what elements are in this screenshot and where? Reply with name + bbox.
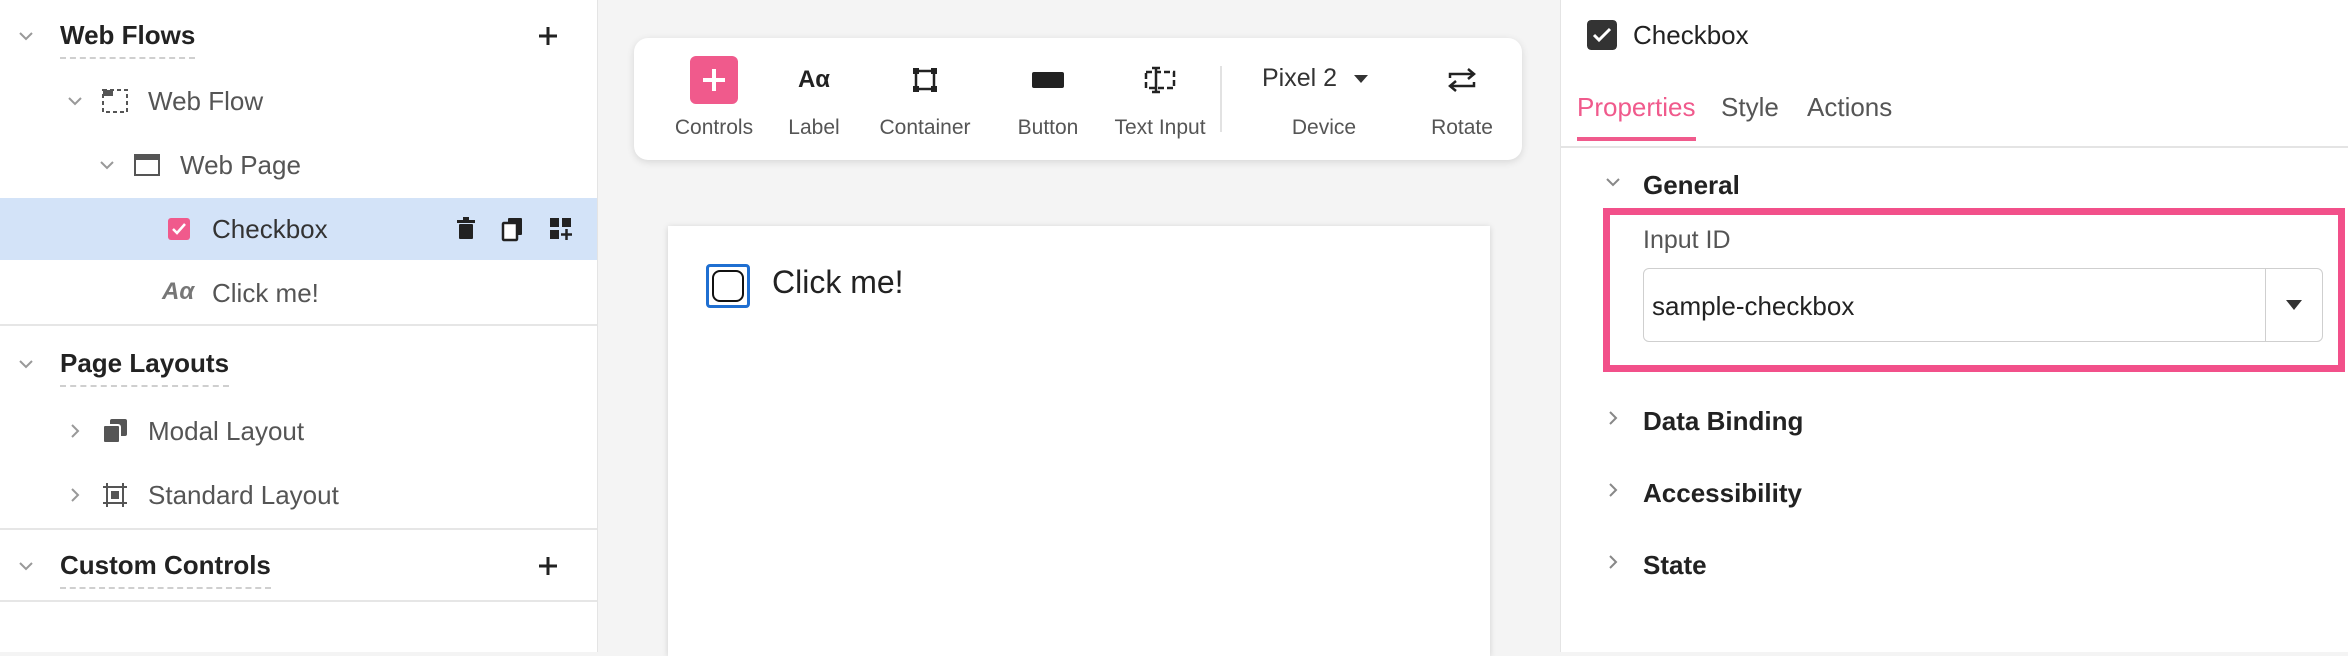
device-group: Device <box>1254 38 1394 160</box>
tree-item-label: Click me! <box>212 278 319 308</box>
add-web-flow-button[interactable] <box>532 20 564 52</box>
sidebar: Web Flows Web Flow Web Page Checkbox Aα … <box>0 0 598 652</box>
web-page-icon <box>134 154 160 176</box>
section-page-layouts[interactable]: Page Layouts <box>0 334 597 392</box>
group-data-binding[interactable]: Data Binding <box>1561 396 2348 446</box>
page-canvas[interactable]: Click me! <box>668 226 1490 656</box>
rotate-button[interactable]: Rotate <box>1412 38 1512 160</box>
chevron-down-icon[interactable] <box>16 556 36 576</box>
divider <box>0 324 597 326</box>
tool-label-text: Text Input <box>1114 116 1206 139</box>
device-label: Device <box>1291 116 1357 139</box>
preview-checkbox[interactable] <box>706 264 750 308</box>
tab-properties[interactable]: Properties <box>1577 92 1696 141</box>
group-title: Data Binding <box>1643 406 1804 436</box>
chevron-down-icon[interactable] <box>16 354 36 374</box>
checkbox-box <box>712 270 744 302</box>
tool-container[interactable]: Container <box>860 38 990 160</box>
group-title: General <box>1643 170 1740 200</box>
divider <box>0 528 597 530</box>
chevron-right-icon <box>1609 555 1618 569</box>
input-id-value: sample-checkbox <box>1652 291 1855 321</box>
rotate-icon <box>1448 68 1476 92</box>
label-icon: Aα <box>797 66 831 93</box>
delete-icon[interactable] <box>451 214 481 244</box>
tree-item-web-flow[interactable]: Web Flow <box>0 70 597 132</box>
chevron-right-icon[interactable] <box>66 422 84 440</box>
panel-tabs: Properties Style Actions <box>1561 84 2348 148</box>
tree-item-click-me[interactable]: Aα Click me! <box>0 262 597 324</box>
chevron-down-icon <box>1606 178 1620 187</box>
input-id-label: Input ID <box>1643 226 1731 254</box>
tree-item-label: Modal Layout <box>148 416 305 446</box>
modal-layout-icon <box>102 419 127 444</box>
properties-panel: Checkbox Properties Style Actions Genera… <box>1560 0 2348 652</box>
tool-label-text: Button <box>1017 116 1079 139</box>
preview-checkbox-label: Click me! <box>772 264 904 300</box>
section-title: Custom Controls <box>60 550 271 589</box>
tool-text-input[interactable]: Text Input <box>1104 38 1216 160</box>
panel-title: Checkbox <box>1633 20 1749 50</box>
chevron-down-icon[interactable] <box>66 92 84 110</box>
tool-label[interactable]: Aα Label <box>774 38 854 160</box>
divider <box>0 600 597 602</box>
input-id-field[interactable]: sample-checkbox <box>1643 268 2323 342</box>
tree-item-label: Standard Layout <box>148 480 339 510</box>
tree-item-web-page[interactable]: Web Page <box>0 134 597 196</box>
tool-label: Controls <box>674 116 754 139</box>
group-general[interactable]: General <box>1561 160 2348 210</box>
section-title: Page Layouts <box>60 348 230 387</box>
text-input-icon <box>1144 66 1176 94</box>
add-custom-control-button[interactable] <box>532 550 564 582</box>
chevron-down-icon[interactable] <box>98 156 116 174</box>
checkbox-icon <box>168 218 190 240</box>
tree-item-standard-layout[interactable]: Standard Layout <box>0 464 597 526</box>
design-area: Controls Aα Label Container Button Text … <box>598 0 1560 656</box>
tree-item-label: Web Page <box>180 150 301 180</box>
tree-item-label: Web Flow <box>148 86 264 116</box>
section-custom-controls[interactable]: Custom Controls <box>0 536 597 594</box>
add-component-icon[interactable] <box>546 214 576 244</box>
chevron-right-icon[interactable] <box>66 486 84 504</box>
tool-label-text: Container <box>879 116 971 139</box>
group-state[interactable]: State <box>1561 540 2348 590</box>
plus-icon <box>690 56 738 104</box>
tool-label-text: Label <box>788 116 840 139</box>
tool-label-text: Rotate <box>1431 116 1493 139</box>
label-icon: Aα <box>162 278 195 305</box>
toolbar-separator <box>1220 66 1222 132</box>
group-accessibility[interactable]: Accessibility <box>1561 468 2348 518</box>
chevron-right-icon <box>1609 411 1618 425</box>
group-title: State <box>1643 550 1707 580</box>
duplicate-icon[interactable] <box>498 214 528 244</box>
tab-actions[interactable]: Actions <box>1807 92 1892 137</box>
tree-item-label: Checkbox <box>212 214 328 244</box>
component-toolbar: Controls Aα Label Container Button Text … <box>634 38 1522 160</box>
tool-controls[interactable]: Controls <box>664 38 764 160</box>
caret-down-icon <box>2286 300 2302 310</box>
tree-item-checkbox[interactable]: Checkbox <box>0 198 597 260</box>
tab-style[interactable]: Style <box>1721 92 1779 137</box>
section-web-flows[interactable]: Web Flows <box>0 6 597 64</box>
standard-layout-icon <box>103 483 127 507</box>
chevron-down-icon[interactable] <box>16 26 36 46</box>
button-icon <box>1032 72 1064 88</box>
tree-item-modal-layout[interactable]: Modal Layout <box>0 400 597 462</box>
group-title: Accessibility <box>1643 478 1802 508</box>
input-id-dropdown-button[interactable] <box>2265 269 2322 341</box>
checkbox-icon <box>1587 20 1617 50</box>
chevron-right-icon <box>1609 483 1618 497</box>
tool-button[interactable]: Button <box>998 38 1098 160</box>
container-icon <box>913 68 937 92</box>
section-title: Web Flows <box>60 20 196 59</box>
web-flow-icon <box>102 89 128 113</box>
